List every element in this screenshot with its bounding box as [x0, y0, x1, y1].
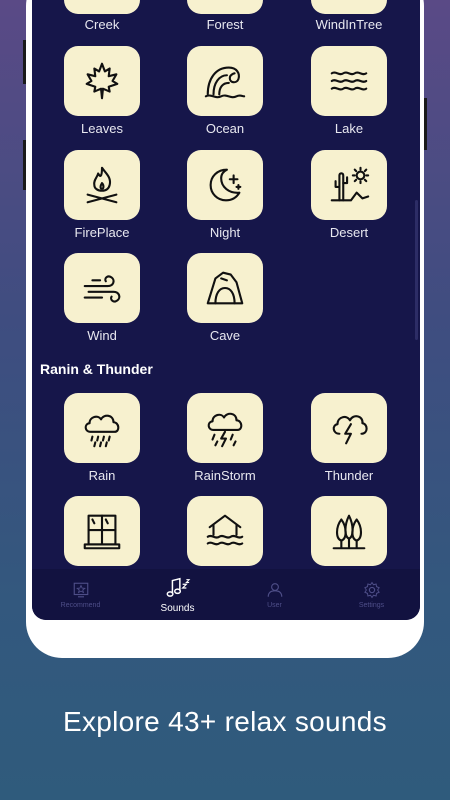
sound-tile-rain[interactable] — [64, 393, 140, 463]
sound-tile-window[interactable] — [64, 496, 140, 566]
tab-label: Settings — [358, 601, 385, 609]
wind-icon — [83, 275, 121, 303]
moon-stars-icon — [209, 168, 242, 202]
sound-tile-fireplace[interactable] — [64, 150, 140, 220]
sound-label: Lake — [334, 121, 364, 136]
sound-label: Rain — [88, 468, 116, 483]
phone-side-button-right — [424, 98, 427, 150]
sound-label: Leaves — [81, 121, 123, 136]
sound-tile-thunder[interactable] — [311, 393, 387, 463]
house-flood-icon — [206, 514, 244, 546]
tab-settings[interactable]: Settings — [323, 569, 420, 620]
tab-user[interactable]: User — [226, 569, 323, 620]
tab-sounds[interactable]: Sounds — [129, 569, 226, 620]
sound-tile-cave[interactable] — [187, 253, 263, 323]
sound-tile-desert[interactable] — [311, 150, 387, 220]
sound-label: Ocean — [205, 121, 245, 136]
sound-label: Thunder — [324, 468, 374, 483]
cave-icon — [206, 271, 244, 305]
lake-waves-icon — [330, 71, 368, 91]
scrollbar[interactable] — [415, 200, 418, 340]
rain-cloud-icon — [84, 414, 120, 448]
sound-label: Cave — [209, 328, 241, 343]
wave-icon — [204, 66, 246, 99]
star-frame-icon — [73, 582, 88, 597]
promo-caption: Explore 43+ relax sounds — [63, 706, 387, 737]
tab-label: Sounds — [160, 602, 195, 614]
app-screen: Creek Forest WindInTree Leaves Ocean Lak… — [32, 0, 420, 620]
sound-tile-wind[interactable] — [64, 253, 140, 323]
trees-icon — [332, 514, 366, 550]
sound-label: Forest — [206, 17, 244, 32]
sound-label: WindInTree — [315, 17, 383, 32]
storm-cloud-icon — [207, 412, 243, 448]
sound-tile-windintree[interactable] — [311, 0, 387, 14]
bottom-tab-bar: Recommend Sounds User Settings — [32, 569, 420, 620]
sound-tile-ocean[interactable] — [187, 46, 263, 116]
sound-label: Desert — [329, 225, 369, 240]
sound-label: FirePlace — [74, 225, 130, 240]
tab-label: User — [267, 601, 282, 609]
sound-label: Creek — [84, 17, 120, 32]
sound-tile-leaves[interactable] — [64, 46, 140, 116]
sound-tile-house-flood[interactable] — [187, 496, 263, 566]
sound-label: RainStorm — [194, 468, 256, 483]
sound-label: Night — [209, 225, 241, 240]
sound-tile-lake[interactable] — [311, 46, 387, 116]
tab-label: Recommend — [60, 601, 101, 609]
user-icon — [267, 582, 282, 597]
campfire-icon — [86, 166, 118, 204]
cactus-sun-icon — [330, 166, 370, 202]
maple-leaf-icon — [85, 62, 119, 100]
sound-tile-rainstorm[interactable] — [187, 393, 263, 463]
gear-icon — [363, 581, 380, 598]
tab-recommend[interactable]: Recommend — [32, 569, 129, 620]
music-note-icon — [166, 577, 190, 597]
sound-tile-trees[interactable] — [311, 496, 387, 566]
sound-label: Wind — [87, 328, 117, 343]
sound-tile-creek[interactable] — [64, 0, 140, 14]
thunder-cloud-icon — [332, 415, 368, 445]
sound-tile-forest[interactable] — [187, 0, 263, 14]
window-icon — [83, 514, 121, 550]
sound-tile-night[interactable] — [187, 150, 263, 220]
section-title-rain-thunder: Ranin & Thunder — [40, 361, 153, 377]
